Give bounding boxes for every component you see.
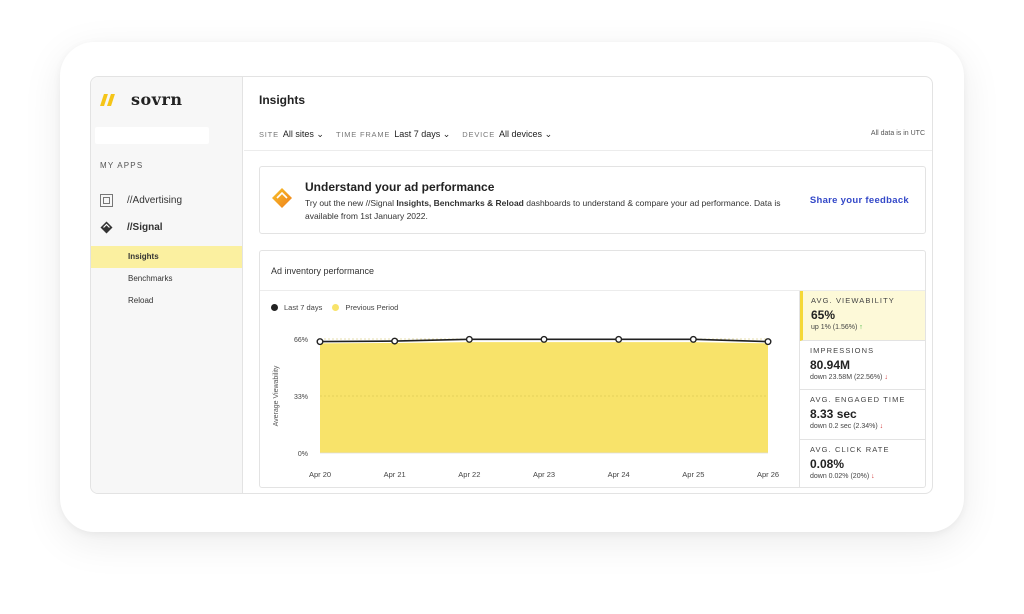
timeframe-filter-value: Last 7 days <box>394 129 441 139</box>
sidebar-item-label: //Advertising <box>127 194 183 206</box>
ad-inventory-panel: Ad inventory performance 0% 33% 66% Average… <box>259 250 926 488</box>
panel-title: Ad inventory performance <box>271 266 375 276</box>
advertising-icon <box>99 193 113 207</box>
arrow-down-icon: ↓ <box>879 423 884 430</box>
viewability-chart: 0% 33% 66% Average Viewability Apr 20 Apr 21 A… <box>273 335 779 479</box>
signal-diamond-icon <box>271 187 293 209</box>
legend-dot-previous-period <box>332 304 340 311</box>
y-axis-label: Average Viewability <box>273 365 280 426</box>
last-7-days-point <box>316 338 324 346</box>
last-7-days-point <box>764 338 772 346</box>
y-tick-label: 33% <box>294 394 308 401</box>
metric-delta: down 0.2 sec (2.34%) ↓ <box>810 423 917 430</box>
sidebar-subitem-insights[interactable]: Insights <box>91 246 242 268</box>
chevron-down-icon: ⌄ <box>544 129 553 139</box>
metric-label: AVG. VIEWABILITY <box>811 296 895 305</box>
metric-value: 0.08% <box>810 456 845 471</box>
metric-delta-text: down 0.2 sec (2.34%) <box>810 423 878 430</box>
logo-text: sovrn <box>131 90 183 109</box>
sidebar-item-label: //Signal <box>127 221 163 233</box>
last-7-days-point <box>540 335 548 343</box>
share-feedback-link[interactable]: Share your feedback <box>810 195 909 206</box>
x-tick-label: Apr 25 <box>682 470 704 479</box>
banner-title: Understand your ad performance <box>305 180 495 194</box>
sovrn-logo-icon <box>100 93 115 106</box>
signal-icon <box>99 220 113 234</box>
last-7-days-point <box>689 335 697 343</box>
site-filter-dropdown[interactable]: All sites ⌄ <box>283 129 324 140</box>
site-filter-value: All sites <box>282 129 314 139</box>
metric-card-click-rate[interactable]: AVG. CLICK RATE 0.08% down 0.02% (20%) ↓ <box>800 440 925 488</box>
metric-value: 80.94M <box>810 357 851 372</box>
site-selector-input[interactable] <box>95 127 209 144</box>
metric-label: IMPRESSIONS <box>810 345 875 355</box>
x-tick-label: Apr 21 <box>384 470 406 479</box>
banner-text-pre: Try out the new //Signal <box>305 198 397 208</box>
metrics-column: AVG. VIEWABILITY 65% up 1% (1.56%) ↑ IMP… <box>799 291 925 488</box>
legend-label-previous-period: Previous Period <box>345 303 399 312</box>
arrow-down-icon: ↓ <box>871 472 875 480</box>
sidebar-item-signal[interactable]: //Signal <box>99 220 163 234</box>
metric-value: 65% <box>811 308 836 322</box>
x-tick-label: Apr 23 <box>533 470 555 479</box>
site-filter-label: SITE <box>259 130 279 139</box>
metric-delta-text: down 23.58M (22.56%) <box>810 373 883 381</box>
x-tick-label: Apr 26 <box>757 470 779 479</box>
metric-card-engaged-time[interactable]: AVG. ENGAGED TIME 8.33 sec down 0.2 sec … <box>800 390 925 440</box>
metric-label: AVG. CLICK RATE <box>810 444 890 454</box>
app-window: sovrn MY APPS //Advertising //Signal Ins… <box>90 76 933 494</box>
metric-delta: down 23.58M (22.56%) ↓ <box>810 374 917 381</box>
previous-period-area <box>320 342 768 453</box>
metric-value: 8.33 sec <box>810 407 857 421</box>
sidebar-item-advertising[interactable]: //Advertising <box>99 193 182 207</box>
x-tick-label: Apr 22 <box>458 470 480 479</box>
legend-label-last-7-days: Last 7 days <box>284 303 323 312</box>
device-filter-value: All devices <box>499 129 543 139</box>
header-divider <box>244 150 932 151</box>
metric-delta-text: down 0.02% (20%) <box>810 472 870 480</box>
metric-card-viewability[interactable]: AVG. VIEWABILITY 65% up 1% (1.56%) ↑ <box>800 291 925 341</box>
sidebar-subitem-benchmarks[interactable]: Benchmarks <box>91 268 242 290</box>
filter-bar: SITE All sites ⌄ TIME FRAME Last 7 days … <box>259 129 564 140</box>
metric-delta: down 0.02% (20%) ↓ <box>810 473 917 480</box>
sidebar: sovrn MY APPS //Advertising //Signal Ins… <box>91 77 243 493</box>
metric-delta-text: up 1% (1.56%) <box>811 324 858 331</box>
timeframe-filter-dropdown[interactable]: Last 7 days ⌄ <box>394 129 450 140</box>
arrow-up-icon: ↑ <box>859 324 863 331</box>
metric-delta: up 1% (1.56%) ↑ <box>811 324 917 331</box>
last-7-days-point <box>391 337 399 345</box>
page-title: Insights <box>259 93 306 107</box>
x-tick-label: Apr 20 <box>309 470 331 479</box>
timeframe-filter-label: TIME FRAME <box>335 130 391 139</box>
device-filter-label: DEVICE <box>462 130 496 139</box>
chart-legend: Last 7 days Previous Period <box>271 303 398 312</box>
sidebar-subitem-reload[interactable]: Reload <box>91 290 242 312</box>
y-tick-label: 0% <box>298 451 308 458</box>
device-filter-dropdown[interactable]: All devices ⌄ <box>499 129 552 140</box>
metric-label: AVG. ENGAGED TIME <box>810 395 906 404</box>
banner-text: Try out the new //Signal Insights, Bench… <box>305 197 785 223</box>
main-content: Insights SITE All sites ⌄ TIME FRAME Las… <box>244 77 932 493</box>
utc-note: All data is in UTC <box>870 130 925 137</box>
chevron-down-icon: ⌄ <box>442 129 451 139</box>
x-tick-label: Apr 24 <box>608 470 630 479</box>
banner-text-bold: Insights, Benchmarks & Reload <box>396 198 524 208</box>
arrow-down-icon: ↓ <box>884 373 888 381</box>
info-banner: Understand your ad performance Try out t… <box>259 166 926 234</box>
metric-card-impressions[interactable]: IMPRESSIONS 80.94M down 23.58M (22.56%) … <box>800 341 925 390</box>
last-7-days-point <box>615 335 623 343</box>
y-tick-label: 66% <box>294 337 308 344</box>
legend-dot-last-7-days <box>271 304 278 311</box>
logo[interactable]: sovrn <box>100 90 183 109</box>
last-7-days-point <box>465 335 473 343</box>
my-apps-label: MY APPS <box>100 161 144 170</box>
chevron-down-icon: ⌄ <box>316 129 324 139</box>
